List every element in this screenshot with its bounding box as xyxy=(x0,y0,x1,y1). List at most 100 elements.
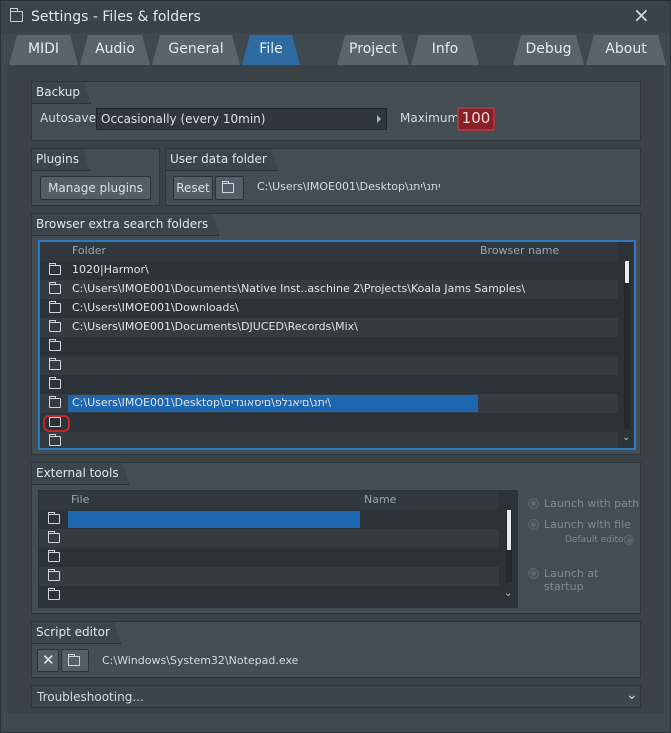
script-editor-group: Script editor ✕ C:\Windows\System32\Note… xyxy=(31,621,641,678)
selection-highlight xyxy=(68,511,360,528)
folder-icon xyxy=(222,181,234,193)
list-item[interactable] xyxy=(40,432,618,448)
list-item[interactable] xyxy=(39,548,499,567)
list-item-selected[interactable]: C:\Users\IMOE001\Desktop\יתנ\םיאנלפ\םיסא… xyxy=(40,394,618,413)
list-item[interactable] xyxy=(39,586,499,606)
scrollbar-thumb[interactable] xyxy=(507,510,511,550)
folder-icon[interactable] xyxy=(48,569,60,581)
folder-icon[interactable] xyxy=(49,358,61,370)
tab-project[interactable]: Project xyxy=(337,35,409,65)
folder-path: C:\Users\IMOE001\Documents\DJUCED\Record… xyxy=(72,320,358,333)
external-tools-heading: External tools xyxy=(32,463,130,485)
folder-icon[interactable] xyxy=(49,282,61,294)
scrollbar-thumb[interactable] xyxy=(625,261,629,283)
autosave-value: Occasionally (every 10min) xyxy=(101,112,266,126)
browse-script-editor-button[interactable] xyxy=(61,649,89,672)
folder-icon[interactable] xyxy=(49,339,61,351)
launch-with-path-label: Launch with path xyxy=(544,497,640,510)
settings-window: Settings - Files & folders × MIDI Audio … xyxy=(0,0,671,733)
user-data-folder-group: User data folder Reset C:\Users\IMOE001\… xyxy=(165,148,641,206)
backup-heading: Backup xyxy=(32,82,91,104)
dropdown-arrow-icon xyxy=(377,115,381,123)
browser-name-column-header: Browser name xyxy=(480,244,560,257)
vertical-scrollbar[interactable] xyxy=(624,261,630,429)
launch-with-path-radio[interactable] xyxy=(528,498,539,509)
folder-path: C:\Users\IMOE001\Downloads\ xyxy=(72,301,239,314)
browse-user-folder-button[interactable] xyxy=(215,176,244,200)
list-item[interactable] xyxy=(39,567,499,586)
user-data-folder-path: C:\Users\IMOE001\Desktop\יתנ\יתנ xyxy=(257,180,441,193)
highlight-annotation xyxy=(43,415,70,432)
list-item[interactable] xyxy=(40,375,618,394)
folder-icon[interactable] xyxy=(48,512,60,524)
folder-path: C:\Users\IMOE001\Desktop\יתנ\םיאנלפ\םיסא… xyxy=(72,396,331,409)
tab-about[interactable]: About xyxy=(586,35,666,65)
folder-icon[interactable] xyxy=(49,377,61,389)
list-item-selected[interactable] xyxy=(39,510,499,529)
list-item[interactable]: 1020|Harmor\ xyxy=(40,261,618,280)
tab-info[interactable]: Info xyxy=(411,35,479,65)
manage-plugins-button[interactable]: Manage plugins xyxy=(40,176,151,200)
script-editor-path: C:\Windows\System32\Notepad.exe xyxy=(102,654,299,667)
backup-group: Backup Autosave Occasionally (every 10mi… xyxy=(31,81,641,141)
title-bar: Settings - Files & folders × xyxy=(1,1,670,33)
folder-icon xyxy=(68,654,80,666)
browser-folders-list[interactable]: Folder Browser name 1020|Harmor\ C:\User… xyxy=(38,240,636,450)
browser-folders-group: Browser extra search folders Folder Brow… xyxy=(31,213,641,455)
close-icon: ✕ xyxy=(42,651,55,669)
list-item[interactable] xyxy=(39,529,499,548)
clear-script-editor-button[interactable]: ✕ xyxy=(37,649,59,672)
tab-debug[interactable]: Debug xyxy=(513,35,584,65)
script-editor-heading: Script editor xyxy=(32,622,121,644)
list-item[interactable] xyxy=(40,356,618,375)
tab-general[interactable]: General xyxy=(152,35,240,65)
autosave-label: Autosave xyxy=(40,111,96,125)
troubleshooting-collapsible[interactable]: Troubleshooting... ⌄ xyxy=(31,685,641,708)
folder-icon[interactable] xyxy=(49,396,61,408)
plugins-group: Plugins Manage plugins xyxy=(31,148,160,206)
maximum-label: Maximum xyxy=(400,111,460,125)
list-header: Folder Browser name xyxy=(40,242,618,261)
launch-with-file-radio[interactable] xyxy=(528,519,539,530)
default-editor-radio[interactable] xyxy=(624,535,634,545)
launch-with-file-label: Launch with file xyxy=(544,518,631,531)
chevron-down-icon[interactable]: ⌄ xyxy=(626,687,638,703)
file-column-header: File xyxy=(71,493,90,506)
plugins-heading: Plugins xyxy=(32,149,90,171)
launch-at-startup-label: Launch at startup xyxy=(544,567,599,593)
list-item[interactable] xyxy=(40,337,618,356)
list-item[interactable]: C:\Users\IMOE001\Downloads\ xyxy=(40,299,618,318)
close-icon[interactable]: × xyxy=(633,5,650,25)
folder-icon[interactable] xyxy=(49,320,61,332)
list-item[interactable]: C:\Users\IMOE001\Documents\Native Inst..… xyxy=(40,280,618,299)
tab-bar: MIDI Audio General File Project Info Deb… xyxy=(1,33,670,65)
tab-midi[interactable]: MIDI xyxy=(9,35,78,65)
folder-column-header: Folder xyxy=(72,244,106,257)
list-header: File Name xyxy=(39,491,499,510)
folder-path: C:\Users\IMOE001\Documents\Native Inst..… xyxy=(72,282,526,295)
tab-file[interactable]: File xyxy=(242,35,300,65)
launch-at-startup-radio[interactable] xyxy=(528,568,539,579)
default-editor-label: Default editor xyxy=(565,535,628,545)
folder-icon[interactable] xyxy=(48,550,60,562)
list-item[interactable]: C:\Users\IMOE001\Documents\DJUCED\Record… xyxy=(40,318,618,337)
folder-icon[interactable] xyxy=(49,434,61,446)
list-item[interactable] xyxy=(40,413,618,432)
tab-audio[interactable]: Audio xyxy=(80,35,150,65)
autosave-dropdown[interactable]: Occasionally (every 10min) xyxy=(96,108,387,130)
vertical-scrollbar[interactable] xyxy=(506,510,512,582)
folder-icon[interactable] xyxy=(48,588,60,600)
folder-path: 1020|Harmor\ xyxy=(72,263,149,276)
external-tools-list[interactable]: File Name ⌄ xyxy=(38,490,518,608)
folder-icon[interactable] xyxy=(49,301,61,313)
chevron-down-icon[interactable]: ⌄ xyxy=(504,588,512,599)
folder-icon[interactable] xyxy=(49,263,61,275)
user-data-folder-heading: User data folder xyxy=(166,149,278,171)
folder-icon[interactable] xyxy=(48,531,60,543)
maximum-backup-input[interactable]: 100 xyxy=(457,107,495,131)
window-title: Settings - Files & folders xyxy=(31,9,201,25)
reset-button[interactable]: Reset xyxy=(173,176,213,200)
chevron-down-icon[interactable]: ⌄ xyxy=(622,432,630,443)
external-tools-group: External tools File Name ⌄ Launch with p… xyxy=(31,462,641,614)
folder-icon xyxy=(10,8,23,22)
